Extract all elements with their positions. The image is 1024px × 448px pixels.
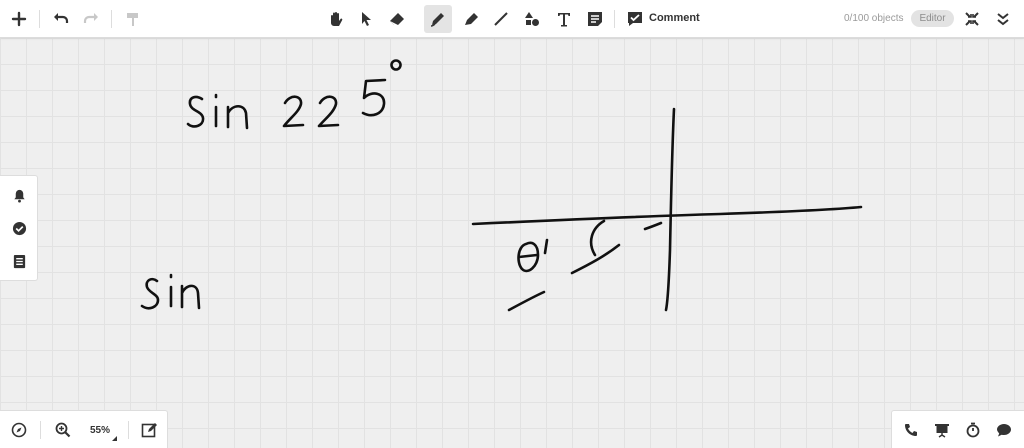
eraser-tool-button[interactable] — [383, 5, 411, 33]
handwritten-sin — [140, 273, 201, 310]
toolbar-divider — [39, 10, 40, 28]
cursor-icon — [362, 12, 371, 26]
line-icon — [494, 12, 508, 26]
toolbar-divider — [614, 10, 615, 28]
call-button[interactable] — [900, 419, 922, 441]
sticky-note-tool-button[interactable] — [581, 5, 609, 33]
eraser-icon — [390, 13, 404, 25]
coordinate-axes-sketch — [471, 107, 863, 312]
handwritten-sin-225 — [186, 59, 402, 130]
edit-board-button[interactable] — [138, 419, 160, 441]
plus-icon — [11, 11, 27, 27]
chevron-double-down-icon — [997, 13, 1009, 26]
presentation-icon — [935, 424, 949, 438]
phone-icon — [905, 424, 917, 436]
bottom-left-panel: 55% — [0, 410, 168, 448]
text-tool-button[interactable] — [550, 5, 578, 33]
select-tool-button[interactable] — [352, 5, 380, 33]
zoom-button[interactable] — [52, 419, 74, 441]
timer-icon — [966, 422, 980, 438]
toolbar-divider — [111, 10, 112, 28]
hand-icon — [331, 12, 343, 26]
paint-roller-icon — [127, 13, 138, 26]
zoom-level[interactable]: 55% — [90, 425, 110, 436]
chat-icon — [997, 424, 1011, 437]
sticky-note-icon — [588, 12, 602, 26]
zoom-dropdown-icon[interactable] — [112, 436, 117, 441]
undo-button[interactable] — [47, 5, 75, 33]
comment-button[interactable] — [621, 5, 649, 33]
present-button[interactable] — [931, 419, 953, 441]
redo-button[interactable] — [77, 5, 105, 33]
collapse-toolbar-button[interactable] — [989, 5, 1017, 33]
pen-tool-button[interactable] — [424, 5, 452, 33]
redo-icon — [83, 13, 98, 23]
angle-sketch — [507, 219, 663, 312]
line-tool-button[interactable] — [487, 5, 515, 33]
editor-role-badge[interactable]: Editor — [911, 10, 954, 27]
format-painter-button[interactable] — [119, 5, 147, 33]
panel-divider — [40, 421, 41, 439]
highlighter-tool-button[interactable] — [457, 5, 485, 33]
timer-button[interactable] — [962, 419, 984, 441]
shapes-icon — [525, 12, 539, 26]
edit-icon — [141, 423, 157, 438]
highlighter-icon — [465, 13, 478, 25]
compass-icon — [11, 422, 27, 438]
panel-divider — [128, 421, 129, 439]
whiteboard-canvas[interactable] — [0, 38, 1024, 410]
navigator-button[interactable] — [8, 419, 30, 441]
add-button[interactable] — [5, 5, 33, 33]
bottom-right-panel — [891, 410, 1024, 448]
text-icon — [558, 13, 570, 27]
comment-label[interactable]: Comment — [649, 12, 700, 24]
pan-tool-button[interactable] — [322, 5, 350, 33]
top-toolbar: Comment 0/100 objects Editor — [0, 0, 1024, 38]
zoom-in-icon — [55, 422, 71, 438]
collapse-icon — [965, 12, 979, 26]
comment-icon — [628, 12, 642, 26]
undo-icon — [54, 13, 69, 23]
pen-icon — [430, 13, 444, 27]
shapes-tool-button[interactable] — [518, 5, 546, 33]
objects-count: 0/100 objects — [844, 13, 904, 24]
chat-button[interactable] — [993, 419, 1015, 441]
fullscreen-button[interactable] — [958, 5, 986, 33]
